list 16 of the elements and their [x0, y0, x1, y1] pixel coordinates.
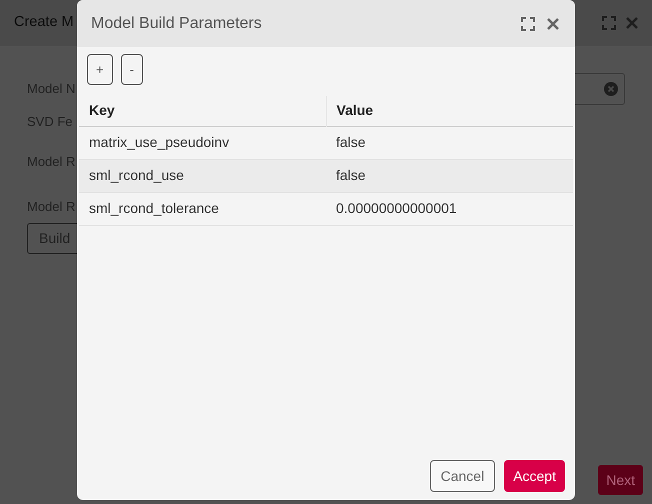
column-header[interactable]: Key [79, 96, 326, 126]
dialog-title: Create M [14, 13, 74, 32]
cancel-button[interactable]: Cancel [430, 460, 496, 492]
table-cell: false [326, 126, 573, 159]
modal-title: Model Build Parameters [91, 14, 262, 34]
column-header[interactable]: Value [326, 96, 573, 126]
table-cell: 0.00000000000001 [326, 192, 573, 225]
table-cell: false [326, 159, 573, 192]
accept-button[interactable]: Accept [504, 460, 565, 492]
close-icon[interactable] [547, 18, 559, 30]
expand-icon[interactable] [521, 16, 535, 30]
toolbar-button[interactable]: + [87, 54, 113, 85]
table-cell: sml_rcond_tolerance [79, 192, 326, 225]
toolbar-button[interactable]: - [120, 54, 143, 85]
table-cell: matrix_use_pseudoinv [79, 126, 326, 159]
table-cell: sml_rcond_use [79, 159, 326, 192]
